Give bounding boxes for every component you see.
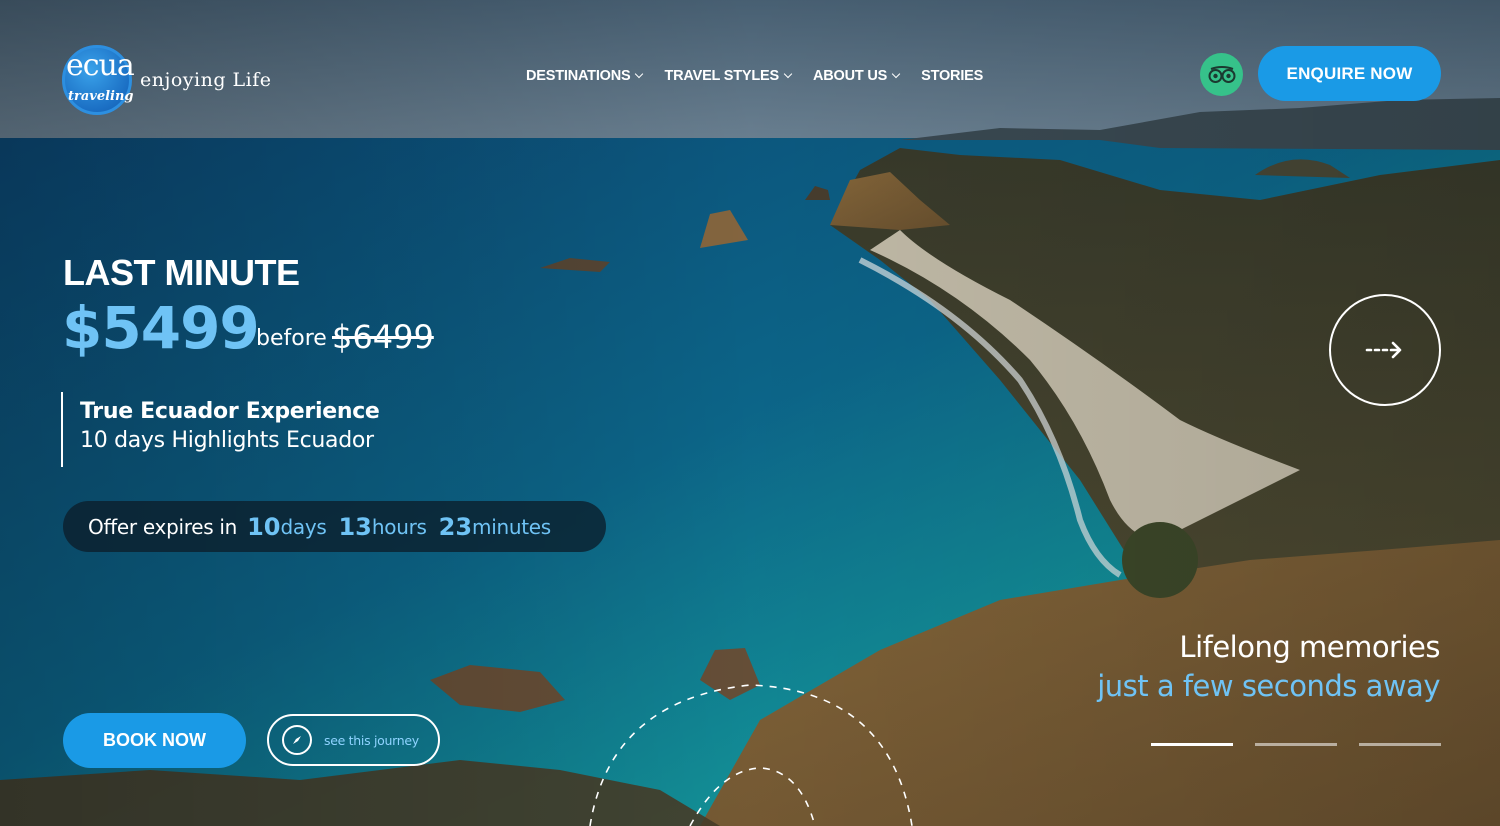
countdown-label: Offer expires in bbox=[88, 514, 238, 539]
promo-price: $5499 bbox=[62, 294, 260, 362]
enquire-now-button[interactable]: ENQUIRE NOW bbox=[1258, 46, 1441, 101]
see-journey-label: see this journey bbox=[324, 732, 419, 748]
compass-icon bbox=[282, 725, 312, 755]
slide-indicator-3[interactable] bbox=[1359, 743, 1441, 746]
see-journey-button[interactable]: see this journey bbox=[267, 714, 440, 766]
main-nav: DESTINATIONS TRAVEL STYLES ABOUT US STOR… bbox=[526, 64, 1005, 88]
nav-stories[interactable]: STORIES bbox=[921, 64, 983, 88]
nav-travel-styles[interactable]: TRAVEL STYLES bbox=[664, 64, 793, 88]
offer-countdown: Offer expires in 10 days 13 hours 23 min… bbox=[63, 501, 606, 552]
promo-label: LAST MINUTE bbox=[63, 252, 300, 293]
logo-tagline: enjoying Life bbox=[140, 69, 272, 91]
next-slide-button[interactable] bbox=[1329, 294, 1441, 406]
nav-label: ABOUT US bbox=[812, 68, 888, 84]
site-logo[interactable]: ecua traveling enjoying Life bbox=[62, 45, 271, 119]
logo-word: ecua bbox=[66, 48, 135, 83]
countdown-days-unit: days bbox=[280, 514, 327, 539]
arrow-right-icon bbox=[1365, 341, 1402, 359]
hero-tagline-line1: Lifelong memories bbox=[1179, 630, 1440, 664]
nav-about-us[interactable]: ABOUT US bbox=[812, 64, 901, 88]
owl-eyes-icon bbox=[1208, 65, 1235, 83]
slide-indicator-1[interactable] bbox=[1151, 743, 1233, 746]
hero-tagline-line2: just a few seconds away bbox=[1097, 669, 1440, 703]
trip-info: True Ecuador Experience 10 days Highligh… bbox=[61, 392, 380, 467]
compass-needle bbox=[293, 736, 301, 744]
nav-label: DESTINATIONS bbox=[526, 68, 631, 84]
chevron-down-icon bbox=[783, 69, 793, 79]
trip-title: True Ecuador Experience bbox=[80, 399, 380, 424]
trip-subtitle: 10 days Highlights Ecuador bbox=[80, 428, 374, 453]
countdown-minutes-unit: minutes bbox=[472, 514, 551, 539]
logo-script: traveling bbox=[68, 89, 134, 104]
chevron-down-icon bbox=[635, 69, 644, 79]
promo-before-label: before bbox=[256, 326, 327, 351]
book-now-button[interactable]: BOOK NOW bbox=[63, 713, 246, 768]
chevron-down-icon bbox=[891, 69, 901, 79]
nav-label: TRAVEL STYLES bbox=[664, 68, 779, 84]
countdown-hours-unit: hours bbox=[371, 514, 427, 539]
countdown-hours: 13 bbox=[338, 512, 372, 541]
nav-destinations[interactable]: DESTINATIONS bbox=[526, 64, 644, 88]
promo-old-price: $6499 bbox=[332, 318, 434, 356]
tripadvisor-button[interactable] bbox=[1200, 53, 1243, 96]
slide-indicator-2[interactable] bbox=[1255, 743, 1337, 746]
countdown-minutes: 23 bbox=[438, 512, 473, 541]
slide-indicators bbox=[1151, 743, 1441, 746]
nav-label: STORIES bbox=[921, 68, 984, 84]
countdown-days: 10 bbox=[247, 512, 281, 541]
